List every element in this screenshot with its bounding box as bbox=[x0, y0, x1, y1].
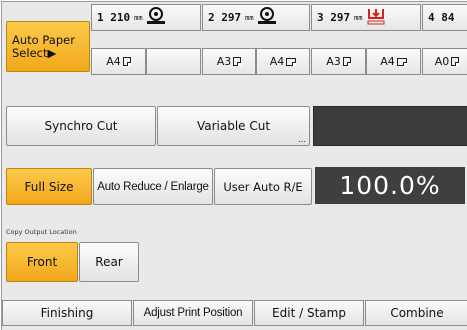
size-cell-2[interactable] bbox=[146, 48, 201, 75]
landscape-icon bbox=[286, 57, 297, 66]
size-label: A3 bbox=[326, 55, 341, 68]
size-label: A4 bbox=[269, 55, 285, 68]
cut-display-area bbox=[313, 106, 467, 146]
tab-edit-stamp-label: Edit / Stamp bbox=[272, 306, 346, 320]
auto-paper-select-label-2: Select▶ bbox=[12, 45, 57, 60]
size-cell-1[interactable]: A4 bbox=[91, 48, 146, 75]
roll-3-unit: mm bbox=[354, 13, 363, 22]
portrait-icon bbox=[342, 57, 351, 66]
front-output-label: Front bbox=[26, 255, 58, 269]
tab-finishing[interactable]: Finishing bbox=[2, 300, 132, 326]
rear-output-label: Rear bbox=[95, 255, 123, 269]
user-auto-re-button[interactable]: User Auto R/E bbox=[214, 168, 312, 205]
tab-combine-label: Combine bbox=[390, 306, 444, 320]
variable-cut-label: Variable Cut bbox=[196, 119, 271, 133]
roll-1-length: 1 210 bbox=[97, 11, 131, 24]
more-options-icon: … bbox=[298, 135, 306, 144]
tab-edit-stamp[interactable]: Edit / Stamp bbox=[254, 300, 364, 326]
full-size-label: Full Size bbox=[24, 179, 74, 194]
size-cell-3[interactable]: A3 bbox=[202, 48, 256, 75]
size-cell-5[interactable]: A3 bbox=[311, 48, 366, 75]
roll-2-length: 2 297 bbox=[208, 11, 242, 24]
roll-feed-icon bbox=[146, 7, 166, 28]
front-output-button[interactable]: Front bbox=[6, 242, 78, 282]
roll-2-unit: mm bbox=[245, 13, 254, 22]
full-size-button[interactable]: Full Size bbox=[6, 168, 92, 205]
portrait-icon bbox=[233, 57, 242, 66]
roll-1-unit: mm bbox=[134, 13, 143, 22]
paper-roll-1[interactable]: 1 210 mm bbox=[91, 4, 201, 31]
auto-reduce-enlarge-label: Auto Reduce / Enlarge bbox=[97, 180, 209, 193]
variable-cut-button[interactable]: Variable Cut … bbox=[157, 106, 310, 146]
synchro-cut-button[interactable]: Synchro Cut bbox=[6, 106, 156, 146]
auto-paper-select-button[interactable]: Auto Paper Select▶ bbox=[6, 21, 90, 72]
paper-roll-3[interactable]: 3 297 mm bbox=[311, 4, 421, 31]
tab-finishing-label: Finishing bbox=[40, 306, 94, 320]
size-label: A0 bbox=[434, 55, 450, 68]
roll-4-length: 4 84 bbox=[428, 11, 455, 24]
copy-settings-panel: Auto Paper Select▶ 1 210 mm 2 297 mm 3 2… bbox=[1, 1, 467, 330]
rear-output-button[interactable]: Rear bbox=[79, 242, 139, 282]
reproduction-ratio-display: 100.0% bbox=[315, 167, 465, 204]
auto-reduce-enlarge-button[interactable]: Auto Reduce / Enlarge bbox=[93, 168, 213, 205]
portrait-icon bbox=[122, 57, 131, 66]
tab-adjust-print-position[interactable]: Adjust Print Position bbox=[133, 300, 253, 326]
portrait-icon bbox=[451, 57, 460, 66]
size-cell-4[interactable]: A4 bbox=[256, 48, 310, 75]
roll-alert-icon bbox=[366, 7, 386, 28]
roll-feed-icon bbox=[257, 7, 277, 28]
auto-paper-select-label-1: Auto Paper bbox=[12, 32, 75, 47]
size-label: A4 bbox=[106, 55, 121, 68]
synchro-cut-label: Synchro Cut bbox=[44, 119, 118, 133]
paper-roll-4[interactable]: 4 84 bbox=[422, 4, 467, 31]
paper-roll-2[interactable]: 2 297 mm bbox=[202, 4, 310, 31]
roll-3-length: 3 297 bbox=[317, 11, 351, 24]
size-cell-7[interactable]: A0 bbox=[422, 48, 467, 75]
landscape-icon bbox=[396, 57, 407, 66]
size-label: A3 bbox=[216, 55, 232, 68]
size-label: A4 bbox=[380, 55, 395, 68]
copy-output-location-label: Copy Output Location bbox=[6, 228, 77, 236]
tab-adjust-print-position-label: Adjust Print Position bbox=[143, 307, 243, 319]
user-auto-re-label: User Auto R/E bbox=[223, 179, 303, 194]
tab-combine[interactable]: Combine bbox=[365, 300, 467, 326]
size-cell-6[interactable]: A4 bbox=[366, 48, 421, 75]
